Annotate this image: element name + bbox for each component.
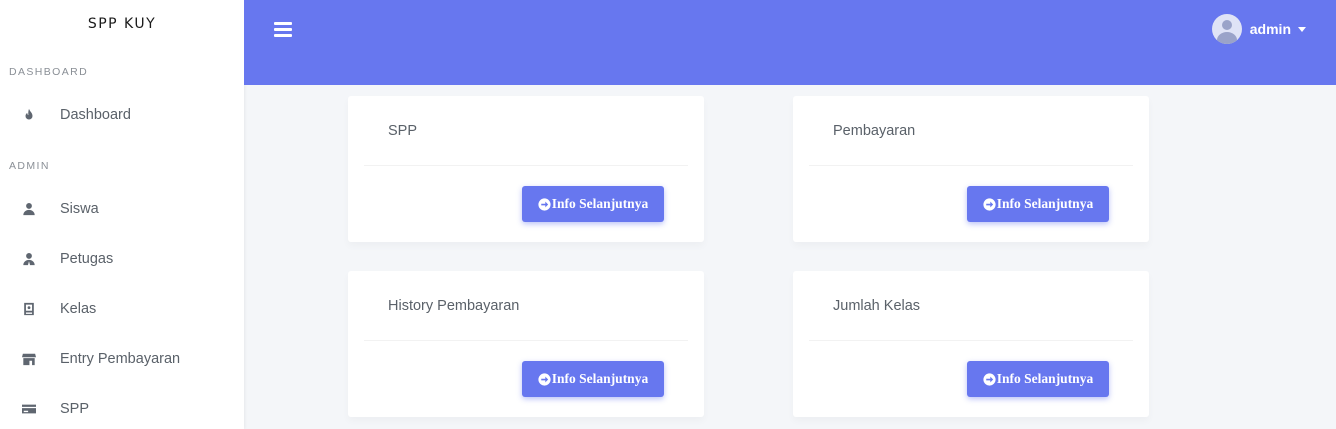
user-dropdown[interactable]: admin <box>1211 14 1306 44</box>
button-label: Info Selanjutnya <box>996 371 1094 386</box>
card-title: History Pembayaran <box>388 298 520 314</box>
sidebar-item-kelas[interactable]: Kelas <box>0 289 244 329</box>
user-name: admin <box>1249 21 1291 37</box>
sidebar-item-petugas[interactable]: Petugas <box>0 239 244 279</box>
credit-card-icon <box>21 401 37 417</box>
card-jumlah-kelas: Jumlah Kelas Info Selanjutnya <box>793 271 1149 417</box>
card-title: SPP <box>388 123 418 139</box>
card-divider <box>809 165 1133 166</box>
sidebar-item-label: Petugas <box>60 251 114 267</box>
store-icon <box>21 351 37 367</box>
section-title-admin: ADMIN <box>9 160 50 172</box>
sidebar-item-siswa[interactable]: Siswa <box>0 189 244 229</box>
sidebar: SPP KUY DASHBOARD Dashboard ADMIN Siswa … <box>0 0 244 429</box>
button-label: Info Selanjutnya <box>551 196 649 211</box>
card-divider <box>364 165 688 166</box>
card-spp: SPP Info Selanjutnya <box>348 96 704 242</box>
arrow-circle-right-icon <box>538 372 551 386</box>
sidebar-item-entry-pembayaran[interactable]: Entry Pembayaran <box>0 339 244 379</box>
arrow-circle-right-icon <box>983 197 996 211</box>
sidebar-item-label: Dashboard <box>60 107 131 123</box>
sidebar-item-label: Siswa <box>60 201 99 217</box>
card-divider <box>364 340 688 341</box>
hamburger-icon[interactable] <box>274 22 292 38</box>
sidebar-item-dashboard[interactable]: Dashboard <box>0 95 244 135</box>
avatar-icon <box>1211 14 1242 44</box>
sidebar-item-label: SPP <box>60 401 90 417</box>
arrow-circle-right-icon <box>983 372 996 386</box>
sidebar-item-label: Entry Pembayaran <box>60 351 181 367</box>
info-selanjutnya-button[interactable]: Info Selanjutnya <box>522 361 664 397</box>
fire-icon <box>21 107 37 123</box>
button-label: Info Selanjutnya <box>996 196 1094 211</box>
card-history-pembayaran: History Pembayaran Info Selanjutnya <box>348 271 704 417</box>
card-title: Pembayaran <box>833 123 916 139</box>
button-label: Info Selanjutnya <box>551 371 649 386</box>
info-selanjutnya-button[interactable]: Info Selanjutnya <box>522 186 664 222</box>
info-selanjutnya-button[interactable]: Info Selanjutnya <box>967 361 1109 397</box>
caret-down-icon <box>1298 26 1306 32</box>
user-icon <box>21 201 37 217</box>
book-icon <box>21 301 37 317</box>
card-divider <box>809 340 1133 341</box>
sidebar-item-label: Kelas <box>60 301 97 317</box>
brand-title[interactable]: SPP KUY <box>0 0 244 48</box>
arrow-circle-right-icon <box>538 197 551 211</box>
top-navbar: admin <box>244 0 1336 85</box>
user-tie-icon <box>21 251 37 267</box>
card-pembayaran: Pembayaran Info Selanjutnya <box>793 96 1149 242</box>
section-title-dashboard: DASHBOARD <box>9 66 89 78</box>
card-title: Jumlah Kelas <box>833 298 921 314</box>
info-selanjutnya-button[interactable]: Info Selanjutnya <box>967 186 1109 222</box>
sidebar-item-spp[interactable]: SPP <box>0 389 244 429</box>
